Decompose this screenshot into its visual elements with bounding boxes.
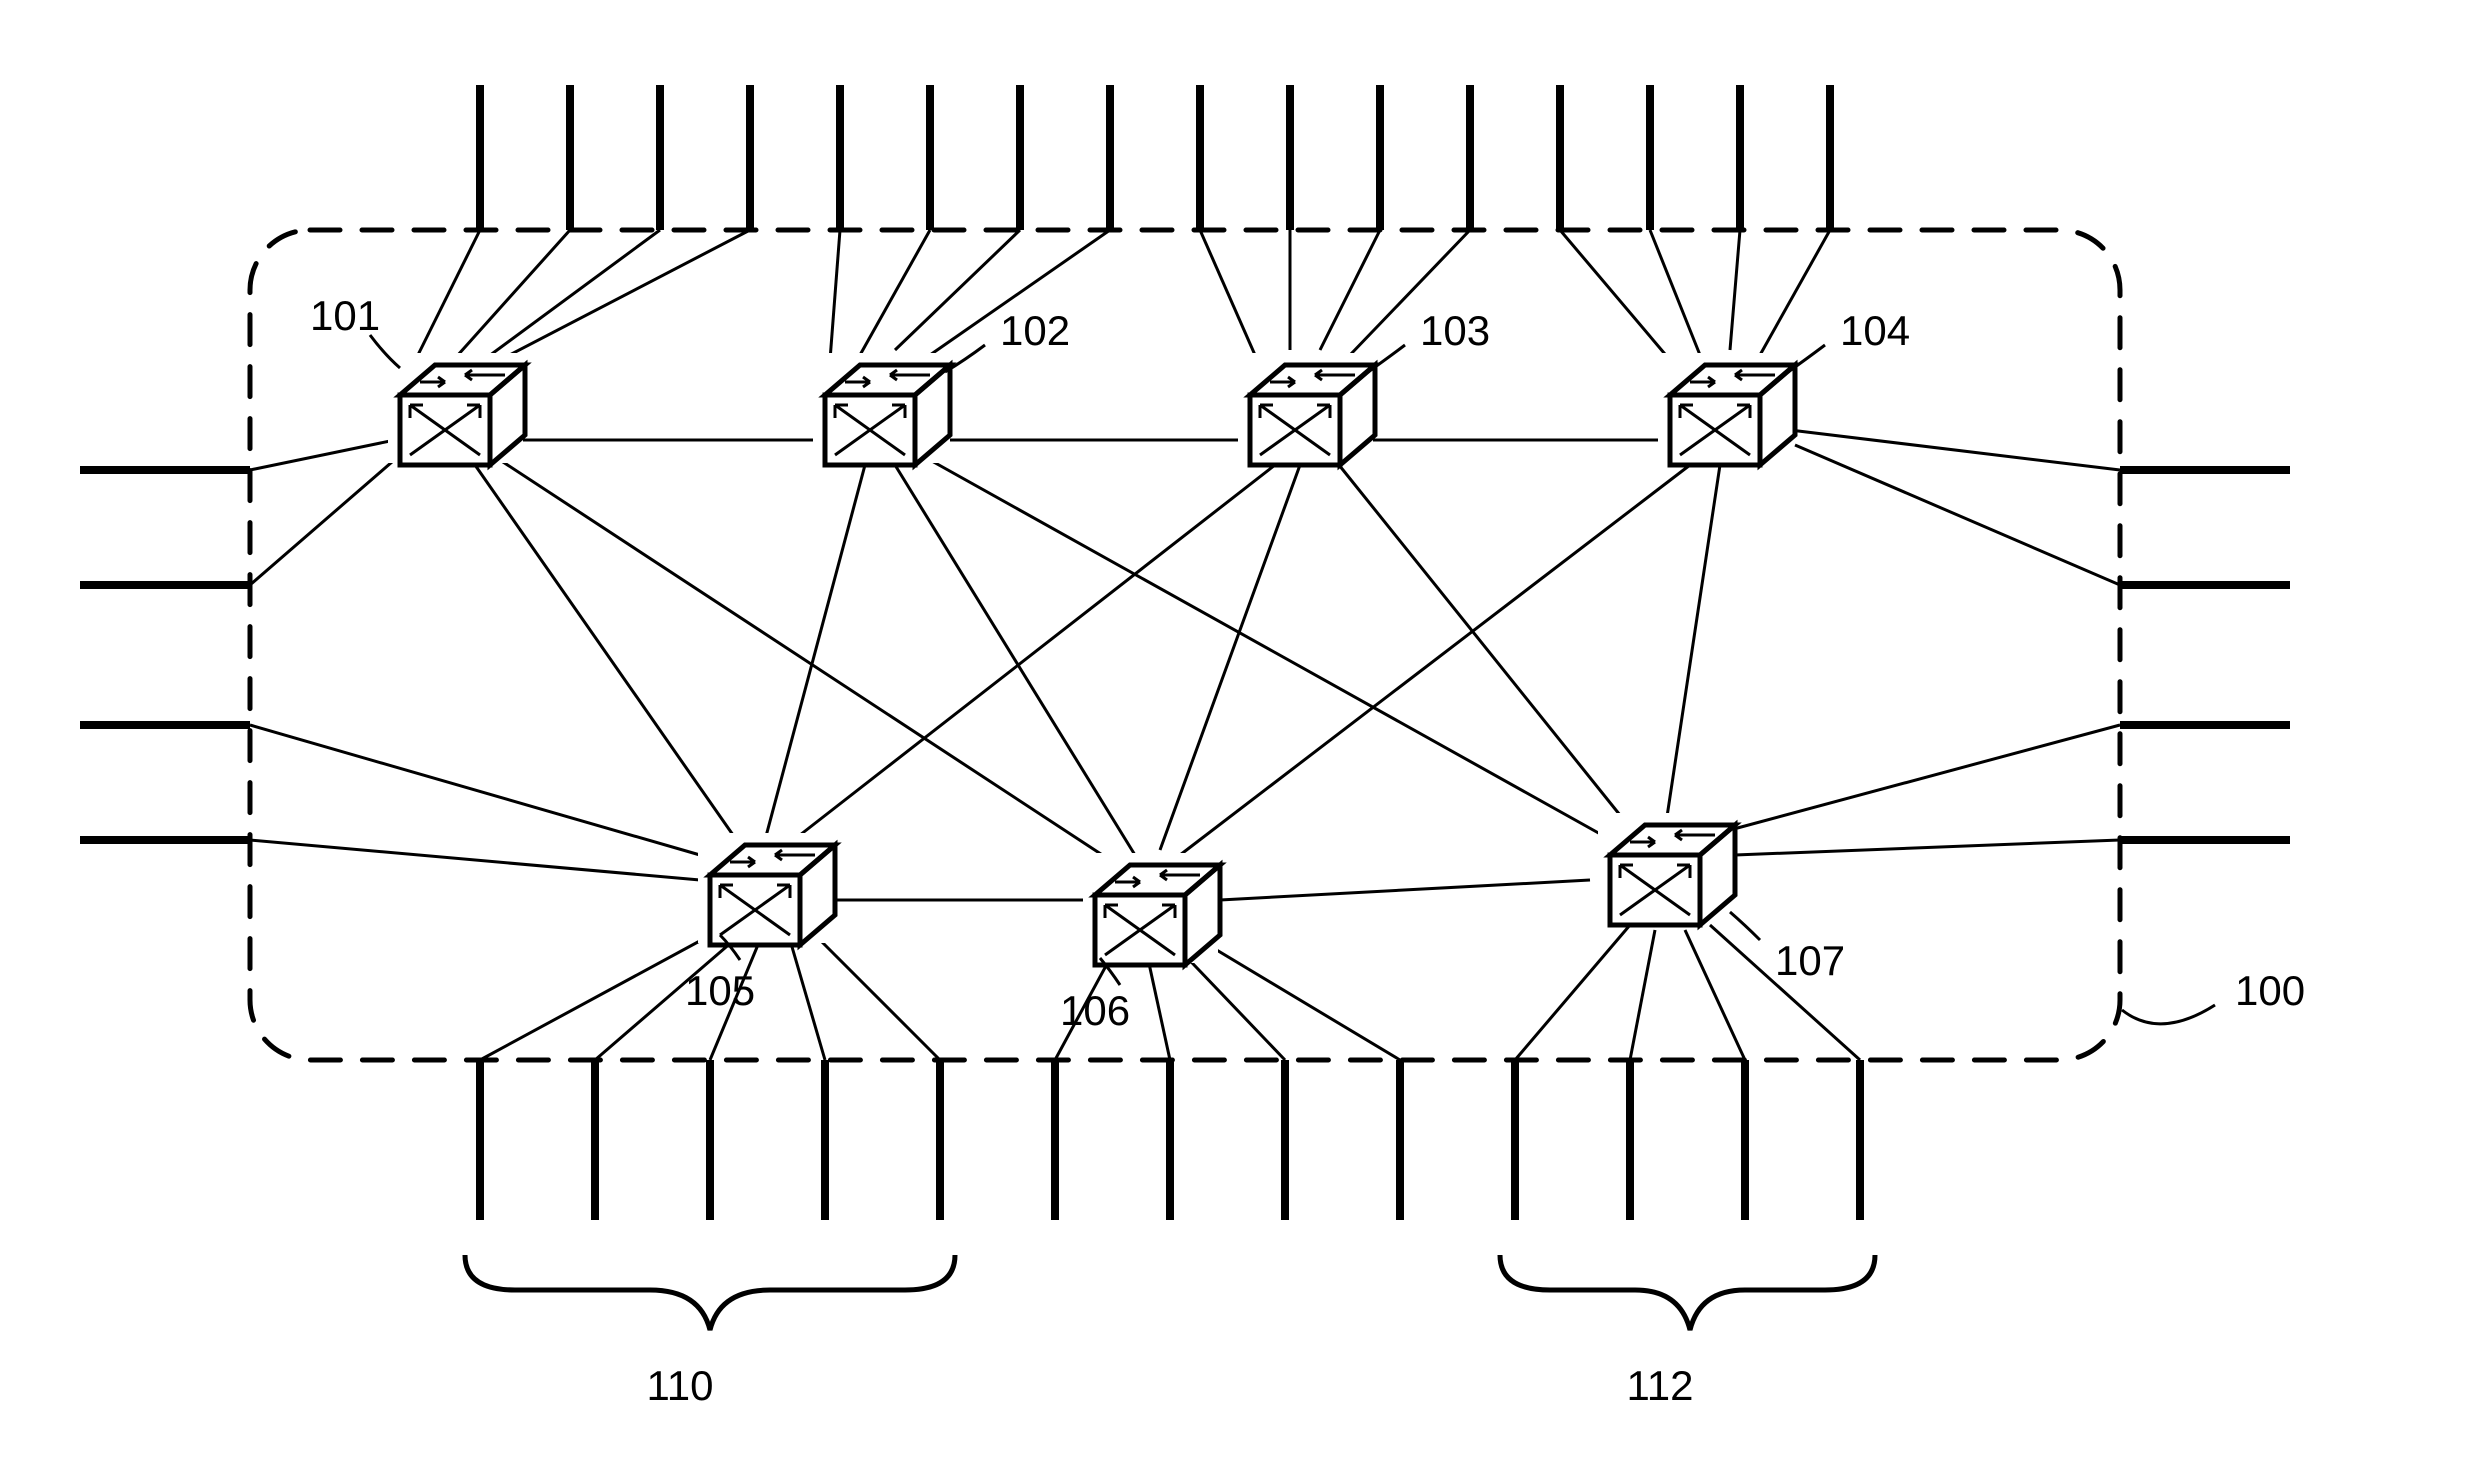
label-112: 112 (1627, 1362, 1694, 1409)
label-100: 100 (2235, 967, 2305, 1014)
label-103: 103 (1420, 307, 1490, 354)
right-external-links (1730, 430, 2290, 855)
label-110: 110 (647, 1362, 714, 1409)
left-external-links (80, 440, 700, 880)
label-102: 102 (1000, 307, 1070, 354)
label-106: 106 (1060, 987, 1130, 1034)
internal-links (475, 440, 1720, 900)
braces (465, 1255, 1875, 1330)
network-diagram: 101 102 103 104 105 106 107 100 110 112 (0, 0, 2480, 1483)
label-104: 104 (1840, 307, 1910, 354)
switch-nodes (388, 353, 1795, 965)
label-101: 101 (310, 292, 380, 339)
label-107: 107 (1775, 937, 1845, 984)
label-105: 105 (685, 967, 755, 1014)
